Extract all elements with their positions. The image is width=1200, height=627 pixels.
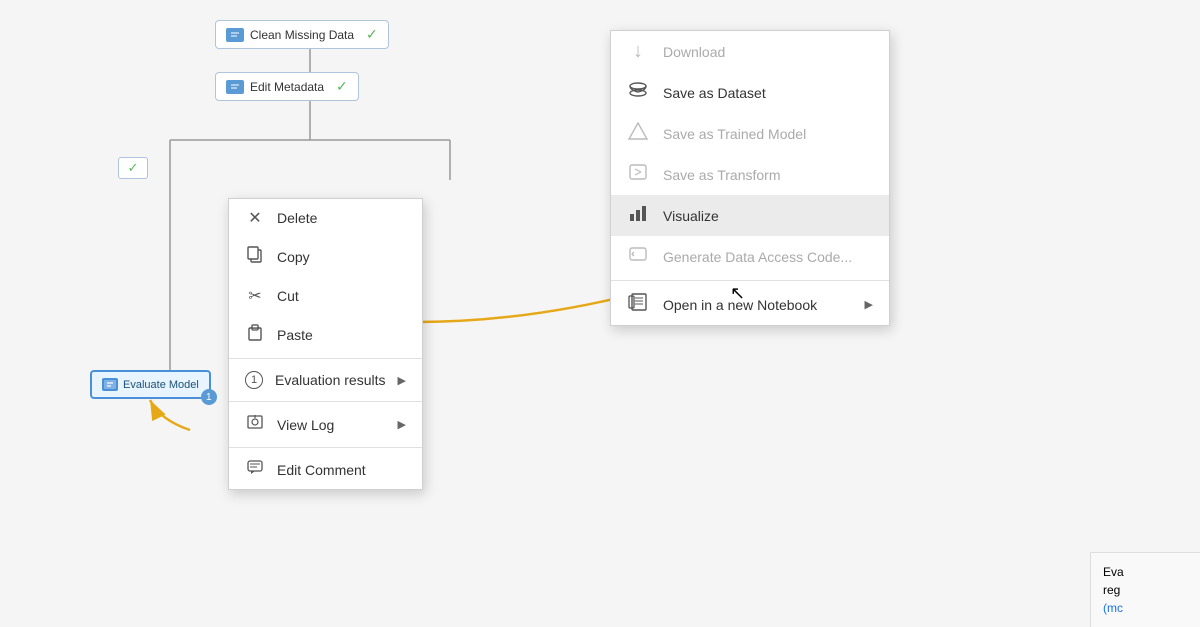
menu-item-download-label: Download: [663, 44, 725, 60]
edit-metadata-icon: [226, 80, 244, 94]
evaluate-model-box[interactable]: Evaluate Model 1: [90, 370, 211, 399]
menu-item-save-dataset[interactable]: Save as Dataset: [611, 72, 889, 113]
menu-item-view-log[interactable]: View Log ▶: [229, 405, 422, 444]
evaluate-model-label: Evaluate Model: [123, 379, 199, 391]
info-text-2: reg: [1103, 583, 1120, 597]
copy-icon: [245, 246, 265, 268]
connector-lines: [0, 0, 1200, 627]
menu-divider-2: [229, 401, 422, 402]
clean-missing-data-icon: [226, 28, 244, 42]
save-dataset-icon: [627, 81, 649, 104]
right-menu-divider: [611, 280, 889, 281]
cut-icon: ✂: [245, 286, 265, 306]
menu-item-save-trained-model: Save as Trained Model: [611, 113, 889, 154]
paste-icon: [245, 324, 265, 346]
menu-item-open-notebook-label: Open in a new Notebook: [663, 297, 817, 313]
menu-item-open-notebook[interactable]: Open in a new Notebook ▶: [611, 284, 889, 325]
menu-item-save-dataset-label: Save as Dataset: [663, 85, 766, 101]
menu-divider-3: [229, 447, 422, 448]
delete-icon: ✕: [245, 208, 265, 228]
menu-item-evaluation-results-label: Evaluation results: [275, 372, 386, 388]
evaluate-model-icon: [102, 378, 118, 391]
menu-item-copy[interactable]: Copy: [229, 237, 422, 277]
menu-item-save-transform-label: Save as Transform: [663, 167, 781, 183]
canvas: Clean Missing Data ✓ Edit Metadata ✓ ✓ E…: [0, 0, 1200, 627]
evaluate-model-node[interactable]: Evaluate Model 1: [90, 370, 211, 399]
view-log-arrow-icon: ▶: [398, 418, 406, 431]
check-icon: ✓: [366, 26, 378, 43]
menu-item-download: ↓ Download: [611, 31, 889, 72]
download-icon: ↓: [627, 40, 649, 63]
menu-item-view-log-label: View Log: [277, 417, 334, 433]
save-transform-icon: [627, 163, 649, 186]
menu-item-delete[interactable]: ✕ Delete: [229, 199, 422, 237]
branch-check-node: ✓: [118, 157, 148, 179]
context-menu-right[interactable]: ↓ Download Save as Dataset Save as Train…: [610, 30, 890, 326]
comment-icon: [245, 460, 265, 480]
context-menu-left[interactable]: ✕ Delete Copy ✂ Cut Paste 1 Evaluation r…: [228, 198, 423, 490]
menu-item-generate-code: Generate Data Access Code...: [611, 236, 889, 277]
info-panel: Eva reg (mc: [1090, 552, 1200, 627]
submenu-arrow-icon: ▶: [398, 374, 406, 387]
node-clean-missing-data[interactable]: Clean Missing Data ✓: [215, 20, 389, 49]
branch-check-icon: ✓: [128, 160, 139, 176]
info-text-1: Eva: [1103, 565, 1124, 579]
menu-item-edit-comment[interactable]: Edit Comment: [229, 451, 422, 489]
notebook-icon: [627, 293, 649, 316]
menu-divider-1: [229, 358, 422, 359]
node-label: Clean Missing Data: [250, 28, 354, 42]
info-link[interactable]: (mc: [1103, 601, 1123, 615]
menu-item-copy-label: Copy: [277, 249, 310, 265]
menu-item-cut[interactable]: ✂ Cut: [229, 277, 422, 315]
menu-item-paste-label: Paste: [277, 327, 313, 343]
node-label: Edit Metadata: [250, 80, 324, 94]
menu-item-evaluation-results[interactable]: 1 Evaluation results ▶: [229, 362, 422, 398]
badge-1-icon: 1: [245, 371, 263, 389]
node-edit-metadata[interactable]: Edit Metadata ✓: [215, 72, 359, 101]
menu-item-save-trained-model-label: Save as Trained Model: [663, 126, 806, 142]
menu-item-paste[interactable]: Paste: [229, 315, 422, 355]
check-icon: ✓: [336, 78, 348, 95]
visualize-icon: [627, 204, 649, 227]
generate-code-icon: [627, 245, 649, 268]
log-icon: [245, 414, 265, 435]
node-badge: 1: [201, 389, 217, 405]
menu-item-cut-label: Cut: [277, 288, 299, 304]
menu-item-delete-label: Delete: [277, 210, 317, 226]
menu-item-edit-comment-label: Edit Comment: [277, 462, 366, 478]
menu-item-generate-code-label: Generate Data Access Code...: [663, 249, 852, 265]
menu-item-visualize[interactable]: Visualize: [611, 195, 889, 236]
menu-item-visualize-label: Visualize: [663, 208, 719, 224]
notebook-arrow-icon: ▶: [865, 298, 873, 311]
save-trained-model-icon: [627, 122, 649, 145]
menu-item-save-transform: Save as Transform: [611, 154, 889, 195]
